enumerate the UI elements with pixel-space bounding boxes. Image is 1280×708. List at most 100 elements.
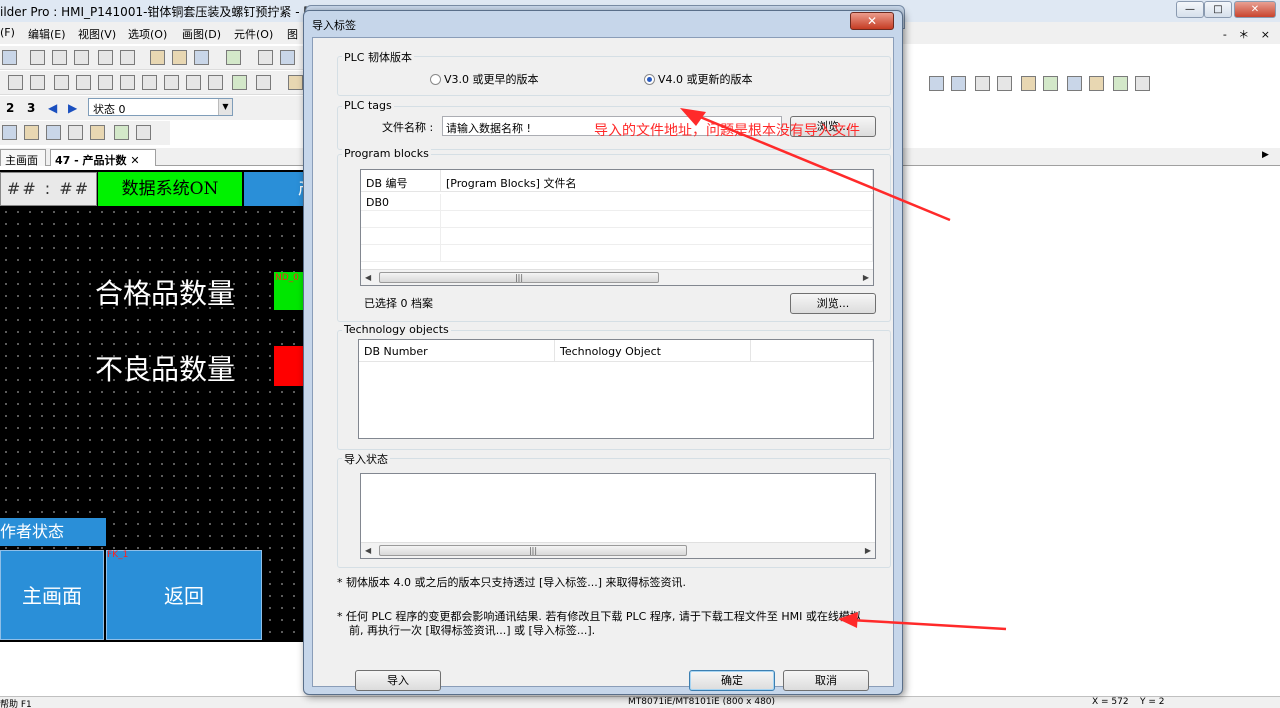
column-technology-object[interactable]: Technology Object [555,340,751,362]
good-count-indicator[interactable]: ND_0 [274,272,305,310]
minimize-button[interactable]: — [1176,1,1204,18]
top-right-button[interactable]: 产 [244,172,305,206]
scroll-right-icon[interactable]: ▶ [863,273,869,282]
history-icon[interactable] [1067,76,1082,91]
menu-draw[interactable]: 画图(D) [182,26,221,42]
next-state-icon[interactable]: ▶ [68,101,77,115]
close-app-button[interactable]: ✕ [1234,1,1276,18]
column-db-number[interactable]: DB 编号 [361,170,441,192]
menu-more[interactable]: 图 [287,26,298,42]
cut-icon[interactable] [30,50,45,65]
context-help-icon[interactable] [194,50,209,65]
data-icon[interactable] [997,76,1012,91]
table-row-db0-number[interactable]: DB0 [361,194,441,211]
tab-scroll-icon[interactable]: ▶ [1262,150,1269,160]
bulb-icon[interactable] [288,75,303,90]
object-icon-1[interactable] [2,125,17,140]
firmware-v4-radio[interactable]: V4.0 或更新的版本 [644,71,753,87]
operator-state-label[interactable]: 作者状态 [0,518,106,546]
print-icon[interactable] [150,50,165,65]
rectangle-icon[interactable] [142,75,157,90]
hmi-canvas[interactable]: ## : ## 数据系统ON 产 合格品数量 不良品数量 ND_0 作者状态 主… [0,170,305,642]
technology-objects-table[interactable]: DB Number Technology Object [358,339,874,439]
table-row-db0-file[interactable] [441,194,873,211]
tab-product-count[interactable]: 47 - 产品计数 ✕ [50,149,156,167]
status-help: 帮助 F1 [0,700,32,708]
save-icon[interactable] [2,50,17,65]
scroll-right-icon[interactable]: ▶ [865,546,871,555]
main-screen-button[interactable]: 主画面 [0,550,104,640]
state-3[interactable]: 3 [27,101,35,115]
object-icon-2[interactable] [24,125,39,140]
state-select[interactable]: 状态 0 ▼ [88,98,233,116]
import-status-scrollbar[interactable]: ◀ ||| ▶ [361,542,875,558]
grid-icon[interactable] [280,50,295,65]
back-button[interactable]: 返回 [106,550,262,640]
object-icon-5[interactable] [90,125,105,140]
scale-icon[interactable] [186,75,201,90]
circle-icon[interactable] [98,75,113,90]
column-db-number[interactable]: DB Number [359,340,555,362]
arc-icon[interactable] [54,75,69,90]
prev-state-icon[interactable]: ◀ [48,101,57,115]
scroll-left-icon[interactable]: ◀ [365,273,371,282]
import-status-box[interactable]: ◀ ||| ▶ [360,473,876,559]
object-icon-6[interactable] [114,125,129,140]
paste-icon[interactable] [74,50,89,65]
close-icon[interactable]: ✕ [850,12,894,30]
firmware-v3-radio[interactable]: V3.0 或更早的版本 [430,71,539,87]
misc-icon[interactable] [1135,76,1150,91]
state-2[interactable]: 2 [6,101,14,115]
scroll-thumb[interactable]: ||| [379,272,659,283]
firmware-v3-label: V3.0 或更早的版本 [444,73,539,86]
clock-display[interactable]: ## : ## [0,172,97,206]
mdi-controls[interactable]: - ＊ × [1223,26,1274,42]
maximize-button[interactable]: □ [1204,1,1232,18]
good-count-label: 合格品数量 [95,277,236,310]
border-icon[interactable] [256,75,271,90]
event-icon[interactable] [1089,76,1104,91]
chevron-down-icon[interactable]: ▼ [218,99,232,115]
pen-icon[interactable] [258,50,273,65]
chart-icon[interactable] [929,76,944,91]
ok-button[interactable]: 确定 [689,670,775,691]
text-icon[interactable] [208,75,223,90]
status-y: Y = 2 [1140,697,1165,707]
copy-icon[interactable] [52,50,67,65]
scroll-left-icon[interactable]: ◀ [365,546,371,555]
scroll-thumb[interactable]: ||| [379,545,687,556]
table-icon[interactable] [975,76,990,91]
redo-icon[interactable] [120,50,135,65]
menu-view[interactable]: 视图(V) [78,26,116,42]
program-blocks-table[interactable]: DB 编号 [Program Blocks] 文件名 DB0 ◀ ||| ▶ [360,169,874,286]
recipe-icon[interactable] [1043,76,1058,91]
picture-icon[interactable] [232,75,247,90]
tool-icon[interactable] [226,50,241,65]
trend-icon[interactable] [951,76,966,91]
polygon-icon[interactable] [164,75,179,90]
object-icon-4[interactable] [68,125,83,140]
pie-icon[interactable] [120,75,135,90]
menu-objects[interactable]: 元件(O) [234,26,273,42]
program-blocks-scrollbar[interactable]: ◀ ||| ▶ [361,269,873,285]
tab-main-screen[interactable]: 主画面 [0,149,46,167]
system-on-indicator[interactable]: 数据系统ON [98,172,242,206]
menu-edit[interactable]: 编辑(E) [28,26,66,42]
help-icon[interactable] [172,50,187,65]
macro-icon[interactable] [1113,76,1128,91]
object-icon-7[interactable] [136,125,151,140]
program-blocks-browse-button[interactable]: 浏览... [790,293,876,314]
polyline-icon[interactable] [30,75,45,90]
menu-file[interactable]: (F) [0,26,15,39]
curve-icon[interactable] [76,75,91,90]
import-button[interactable]: 导入 [355,670,441,691]
column-file-name[interactable]: [Program Blocks] 文件名 [441,170,873,192]
column-empty [751,340,873,362]
line-icon[interactable] [8,75,23,90]
bad-count-indicator[interactable] [274,346,305,386]
alarm-bar-icon[interactable] [1021,76,1036,91]
cancel-button[interactable]: 取消 [783,670,869,691]
undo-icon[interactable] [98,50,113,65]
menu-options[interactable]: 选项(O) [128,26,167,42]
object-icon-3[interactable] [46,125,61,140]
